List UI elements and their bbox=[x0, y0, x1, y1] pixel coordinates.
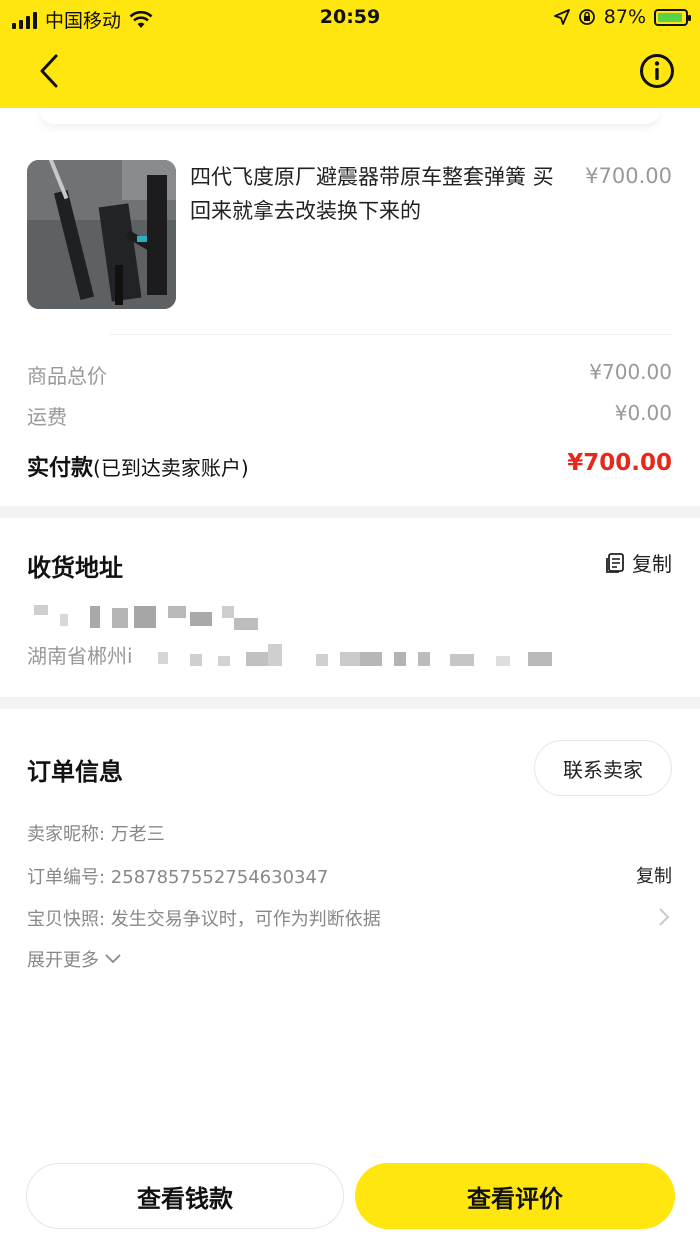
order-number: 订单编号: 2587857552754630347 bbox=[27, 867, 329, 888]
product-image[interactable] bbox=[27, 160, 176, 309]
header-bar: 中国移动 20:59 87% bbox=[0, 0, 700, 108]
product-title: 四代飞度原厂避震器带原车整套弹簧 买回来就拿去改装换下来的 bbox=[190, 165, 554, 223]
section-gap bbox=[0, 697, 700, 709]
shipping-value: ¥0.00 bbox=[614, 401, 672, 425]
snapshot-row[interactable]: 宝贝快照: 发生交易争议时，可作为判断依据 bbox=[27, 905, 381, 931]
shipping-row: 运费 ¥0.00 bbox=[27, 401, 672, 430]
address-copy-label: 复制 bbox=[632, 552, 672, 576]
paid-label: 实付款(已到达卖家账户) bbox=[27, 456, 249, 481]
product-item[interactable]: 四代飞度原厂避震器带原车整套弹簧 买回来就拿去改装换下来的 ¥700.00 bbox=[0, 140, 700, 330]
chevron-down-icon bbox=[105, 954, 121, 964]
info-button[interactable] bbox=[634, 46, 680, 96]
paid-note: (已到达卖家账户) bbox=[93, 456, 249, 480]
battery-icon bbox=[654, 8, 691, 26]
order-info-title: 订单信息 bbox=[27, 758, 123, 786]
seller-nickname: 卖家昵称: 万老三 bbox=[27, 824, 165, 845]
product-price: ¥700.00 bbox=[585, 164, 672, 188]
expand-more-label: 展开更多 bbox=[27, 950, 99, 971]
order-copy-button[interactable]: 复制 bbox=[636, 862, 672, 888]
view-review-button[interactable]: 查看评价 bbox=[355, 1163, 675, 1229]
battery-percent: 87% bbox=[603, 6, 646, 28]
status-right: 87% bbox=[553, 6, 691, 28]
expand-more-button[interactable]: 展开更多 bbox=[27, 946, 121, 972]
shipping-label: 运费 bbox=[27, 405, 67, 429]
chevron-left-icon bbox=[40, 54, 58, 88]
paid-value: ¥700.00 bbox=[567, 450, 672, 476]
divider bbox=[110, 334, 672, 335]
goods-total-label: 商品总价 bbox=[27, 364, 107, 388]
paid-row: 实付款(已到达卖家账户) ¥700.00 bbox=[27, 450, 672, 482]
chevron-right-icon[interactable] bbox=[658, 907, 670, 932]
location-arrow-icon bbox=[553, 9, 570, 25]
orientation-lock-icon bbox=[578, 9, 595, 25]
back-button[interactable] bbox=[26, 46, 72, 96]
copy-icon bbox=[606, 552, 624, 573]
contact-seller-button[interactable]: 联系卖家 bbox=[534, 740, 672, 796]
address-line2: 湖南省郴州i bbox=[27, 644, 133, 668]
goods-total-row: 商品总价 ¥700.00 bbox=[27, 360, 672, 389]
goods-total-value: ¥700.00 bbox=[589, 360, 672, 384]
info-icon bbox=[640, 54, 674, 88]
status-bar: 中国移动 20:59 87% bbox=[0, 0, 700, 36]
card-edge bbox=[40, 108, 660, 124]
section-gap bbox=[0, 506, 700, 518]
address-title: 收货地址 bbox=[27, 554, 123, 582]
address-copy-button[interactable]: 复制 bbox=[604, 548, 672, 577]
view-money-button[interactable]: 查看钱款 bbox=[26, 1163, 344, 1229]
